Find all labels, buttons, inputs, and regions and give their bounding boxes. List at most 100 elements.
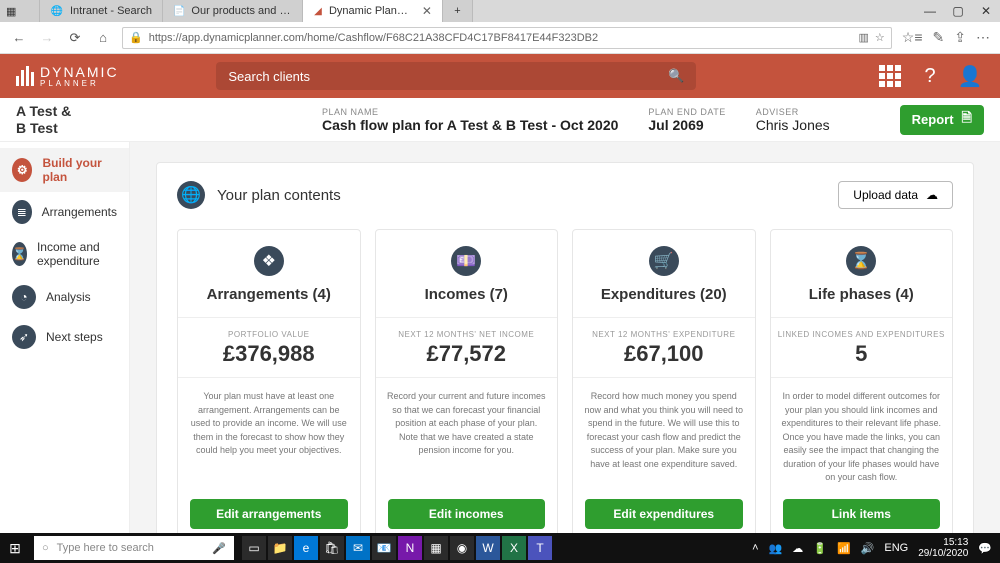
tab-title: Intranet - Search	[70, 5, 152, 17]
toolbar-extensions: ☆≡ ✎ ⇪ ⋯	[902, 29, 990, 46]
system-tray: ˄ 👥 ☁ 🔋 📶 🔊 ENG 15:13 29/10/2020 💬	[744, 537, 1000, 559]
more-icon[interactable]: ⋯	[976, 29, 990, 46]
back-icon[interactable]: ←	[10, 30, 28, 45]
onenote-icon[interactable]: N	[398, 536, 422, 560]
forward-icon[interactable]: →	[38, 30, 56, 45]
globe-icon: 🌐	[177, 181, 205, 209]
notes-icon[interactable]: ✎	[933, 29, 945, 46]
window-maximize[interactable]: ▢	[944, 0, 972, 22]
close-icon[interactable]: ✕	[422, 4, 432, 18]
app-header: DYNAMIC PLANNER Search clients 🔍 ? 👤	[0, 54, 1000, 98]
layers-icon: ≣	[12, 200, 32, 224]
cards-grid: ❖ Arrangements (4) PORTFOLIO VALUE £376,…	[177, 229, 953, 533]
edit-incomes-button[interactable]: Edit incomes	[388, 499, 546, 529]
tab-favicon: ◢	[313, 4, 323, 18]
chart-icon: ◔	[12, 285, 36, 309]
refresh-icon[interactable]: ⟳	[66, 30, 84, 46]
card-expenditures: 🛒 Expenditures (20) NEXT 12 MONTHS' EXPE…	[572, 229, 756, 533]
new-tab-button[interactable]: +	[443, 0, 473, 22]
tab-title: Our products and services -	[191, 5, 292, 17]
search-icon: 🔍	[668, 68, 684, 84]
reader-icon[interactable]: ▥	[859, 31, 869, 44]
tab-title: Dynamic Planner - Plan	[329, 5, 412, 17]
url-bar[interactable]: 🔒 https://app.dynamicplanner.com/home/Ca…	[122, 27, 892, 49]
file-explorer-icon[interactable]: 📁	[268, 536, 292, 560]
sidebar: ⚙ Build your plan ≣ Arrangements ⌛ Incom…	[0, 142, 130, 533]
window-close[interactable]: ✕	[972, 0, 1000, 22]
people-icon[interactable]: 👥	[769, 542, 783, 555]
sidebar-item-next-steps[interactable]: ➶ Next steps	[0, 317, 129, 357]
volume-icon[interactable]: 🔊	[861, 542, 875, 555]
tray-chevron-icon[interactable]: ˄	[752, 542, 758, 554]
favorites-icon[interactable]: ☆≡	[902, 29, 923, 46]
card-incomes: 💷 Incomes (7) NEXT 12 MONTHS' NET INCOME…	[375, 229, 559, 533]
brand-bars-icon	[16, 66, 34, 86]
battery-icon[interactable]: 🔋	[813, 542, 827, 555]
layers-icon: ❖	[254, 246, 284, 276]
link-items-button[interactable]: Link items	[783, 499, 941, 529]
apps-icon[interactable]	[876, 62, 904, 90]
store-icon[interactable]: 🛍	[320, 536, 344, 560]
sidebar-item-arrangements[interactable]: ≣ Arrangements	[0, 192, 129, 232]
adviser-block: ADVISER Chris Jones	[756, 107, 830, 133]
app-icon[interactable]: ▦	[424, 536, 448, 560]
brand-subtitle: PLANNER	[40, 79, 119, 88]
search-placeholder: Search clients	[228, 69, 310, 84]
sidebar-item-build[interactable]: ⚙ Build your plan	[0, 148, 129, 192]
gear-icon: ⚙	[12, 158, 32, 182]
browser-tab-2[interactable]: ◢ Dynamic Planner - Plan ✕	[303, 0, 443, 22]
document-icon: 🗎	[962, 109, 972, 131]
window-minimize[interactable]: —	[916, 0, 944, 22]
money-icon: 💷	[451, 246, 481, 276]
clock[interactable]: 15:13 29/10/2020	[918, 537, 968, 559]
plan-meta-row: A Test & B Test PLAN NAME Cash flow plan…	[0, 98, 1000, 142]
plan-name-block: PLAN NAME Cash flow plan for A Test & B …	[322, 107, 618, 133]
outlook-icon[interactable]: ✉	[346, 536, 370, 560]
profile-icon[interactable]: 👤	[956, 62, 984, 90]
help-icon[interactable]: ?	[916, 62, 944, 90]
share-icon[interactable]: ⇪	[954, 29, 966, 46]
panel-title: Your plan contents	[217, 187, 341, 204]
search-input[interactable]: Search clients 🔍	[216, 62, 696, 90]
edge-icon[interactable]: e	[294, 536, 318, 560]
edit-expenditures-button[interactable]: Edit expenditures	[585, 499, 743, 529]
mail-icon[interactable]: 📧	[372, 536, 396, 560]
browser-tab-1[interactable]: 📄 Our products and services -	[163, 0, 303, 22]
edit-arrangements-button[interactable]: Edit arrangements	[190, 499, 348, 529]
sidebar-item-analysis[interactable]: ◔ Analysis	[0, 277, 129, 317]
notifications-icon[interactable]: 💬	[978, 542, 992, 555]
client-name: A Test & B Test	[16, 103, 156, 135]
report-button[interactable]: Report 🗎	[900, 105, 984, 135]
onedrive-icon[interactable]: ☁	[792, 542, 803, 555]
search-icon: ○	[42, 542, 49, 554]
word-icon[interactable]: W	[476, 536, 500, 560]
ie-icon: ▦	[6, 5, 16, 18]
browser-tab-0[interactable]: 🌐 Intranet - Search	[40, 0, 163, 22]
browser-titlebar: ▦ 🌐 Intranet - Search 📄 Our products and…	[0, 0, 1000, 22]
start-button[interactable]: ⊞	[0, 540, 30, 557]
sidebar-item-income[interactable]: ⌛ Income and expenditure	[0, 232, 129, 277]
excel-icon[interactable]: X	[502, 536, 526, 560]
windows-taskbar: ⊞ ○ Type here to search 🎤 ▭ 📁 e 🛍 ✉ 📧 N …	[0, 533, 1000, 563]
lang-icon[interactable]: ENG	[884, 542, 908, 554]
upload-data-button[interactable]: Upload data ☁	[838, 181, 953, 209]
brand-logo[interactable]: DYNAMIC PLANNER	[16, 65, 119, 88]
card-arrangements: ❖ Arrangements (4) PORTFOLIO VALUE £376,…	[177, 229, 361, 533]
url-text: https://app.dynamicplanner.com/home/Cash…	[149, 32, 598, 44]
home-icon[interactable]: ⌂	[94, 30, 112, 45]
chrome-icon[interactable]: ◉	[450, 536, 474, 560]
taskbar-search[interactable]: ○ Type here to search 🎤	[34, 536, 234, 560]
teams-icon[interactable]: T	[528, 536, 552, 560]
cloud-upload-icon: ☁	[926, 188, 938, 202]
hourglass-icon: ⌛	[846, 246, 876, 276]
tab-favicon: 📄	[173, 4, 185, 18]
browser-toolbar: ← → ⟳ ⌂ 🔒 https://app.dynamicplanner.com…	[0, 22, 1000, 54]
brand-title: DYNAMIC	[40, 65, 119, 79]
mic-icon: 🎤	[212, 542, 226, 555]
lock-icon: 🔒	[129, 31, 143, 44]
wifi-icon[interactable]: 📶	[837, 542, 851, 555]
tab-favicon: 🌐	[50, 4, 64, 18]
task-view-icon[interactable]: ▭	[242, 536, 266, 560]
favorite-icon[interactable]: ☆	[875, 31, 885, 44]
content-area: 🌐 Your plan contents Upload data ☁ ❖ Arr…	[130, 142, 1000, 533]
